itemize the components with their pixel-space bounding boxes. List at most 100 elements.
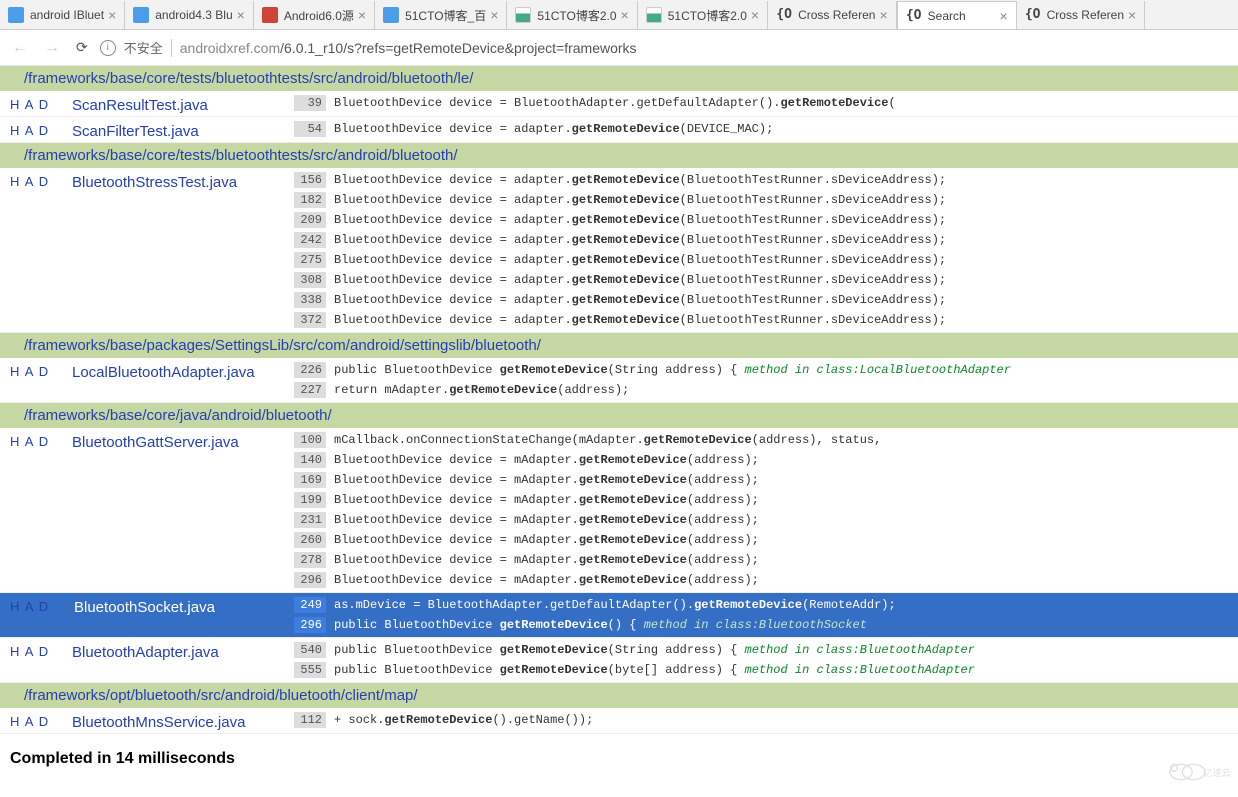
line-number[interactable]: 555 [294, 662, 326, 678]
line-number[interactable]: 156 [294, 172, 326, 188]
code-line[interactable]: 308BluetoothDevice device = adapter.getR… [294, 270, 1238, 290]
file-link[interactable]: ScanResultTest.java [72, 97, 208, 114]
file-link[interactable]: BluetoothGattServer.java [72, 434, 239, 451]
line-number[interactable]: 100 [294, 432, 326, 448]
had-h[interactable]: H [10, 599, 19, 614]
line-number[interactable]: 199 [294, 492, 326, 508]
code-line[interactable]: 249as.mDevice = BluetoothAdapter.getDefa… [294, 595, 1238, 615]
line-number[interactable]: 54 [294, 121, 326, 137]
code-line[interactable]: 156BluetoothDevice device = adapter.getR… [294, 170, 1238, 190]
line-number[interactable]: 182 [294, 192, 326, 208]
tab-3[interactable]: 51CTO博客_百× [375, 1, 507, 29]
code-line[interactable]: 100mCallback.onConnectionStateChange(mAd… [294, 430, 1238, 450]
line-number[interactable]: 338 [294, 292, 326, 308]
had-a[interactable]: A [25, 644, 34, 659]
dir-link[interactable]: /frameworks/base/packages/SettingsLib/sr… [24, 337, 541, 354]
close-icon[interactable]: × [1128, 7, 1136, 23]
tab-6[interactable]: {OCross Referen× [768, 1, 897, 29]
dir-link[interactable]: /frameworks/base/core/tests/bluetoothtes… [24, 147, 458, 164]
close-icon[interactable]: × [751, 7, 759, 23]
code-line[interactable]: 182BluetoothDevice device = adapter.getR… [294, 190, 1238, 210]
line-number[interactable]: 227 [294, 382, 326, 398]
line-number[interactable]: 296 [294, 572, 326, 588]
had-a[interactable]: A [25, 434, 34, 449]
line-number[interactable]: 169 [294, 472, 326, 488]
had-d[interactable]: D [39, 434, 48, 449]
had-h[interactable]: H [10, 123, 19, 138]
had-h[interactable]: H [10, 174, 19, 189]
close-icon[interactable]: × [237, 7, 245, 23]
back-button[interactable]: ← [8, 37, 32, 59]
tab-1[interactable]: android4.3 Blu× [125, 1, 254, 29]
had-a[interactable]: A [25, 364, 34, 379]
code-line[interactable]: 338BluetoothDevice device = adapter.getR… [294, 290, 1238, 310]
tab-4[interactable]: 51CTO博客2.0× [507, 1, 637, 29]
had-h[interactable]: H [10, 714, 19, 729]
code-line[interactable]: 199BluetoothDevice device = mAdapter.get… [294, 490, 1238, 510]
close-icon[interactable]: × [999, 8, 1007, 24]
forward-button[interactable]: → [40, 37, 64, 59]
code-line[interactable]: 296public BluetoothDevice getRemoteDevic… [294, 615, 1238, 635]
had-a[interactable]: A [25, 714, 34, 729]
code-line[interactable]: 275BluetoothDevice device = adapter.getR… [294, 250, 1238, 270]
code-line[interactable]: 227return mAdapter.getRemoteDevice(addre… [294, 380, 1238, 400]
file-link[interactable]: ScanFilterTest.java [72, 123, 199, 140]
had-d[interactable]: D [39, 714, 48, 729]
code-line[interactable]: 112+ sock.getRemoteDevice().getName()); [294, 710, 1238, 730]
had-d[interactable]: D [39, 364, 48, 379]
line-number[interactable]: 231 [294, 512, 326, 528]
had-d[interactable]: D [39, 599, 48, 614]
had-h[interactable]: H [10, 97, 19, 112]
code-line[interactable]: 540public BluetoothDevice getRemoteDevic… [294, 640, 1238, 660]
had-h[interactable]: H [10, 364, 19, 379]
line-number[interactable]: 540 [294, 642, 326, 658]
url-display[interactable]: androidxref.com/6.0.1_r10/s?refs=getRemo… [180, 40, 637, 56]
code-line[interactable]: 54BluetoothDevice device = adapter.getRe… [294, 119, 1238, 139]
code-line[interactable]: 209BluetoothDevice device = adapter.getR… [294, 210, 1238, 230]
code-line[interactable]: 296BluetoothDevice device = mAdapter.get… [294, 570, 1238, 590]
info-icon[interactable]: i [100, 40, 116, 56]
line-number[interactable]: 275 [294, 252, 326, 268]
line-number[interactable]: 112 [294, 712, 326, 728]
had-d[interactable]: D [39, 174, 48, 189]
code-line[interactable]: 372BluetoothDevice device = adapter.getR… [294, 310, 1238, 330]
code-line[interactable]: 140BluetoothDevice device = mAdapter.get… [294, 450, 1238, 470]
had-a[interactable]: A [25, 123, 34, 138]
close-icon[interactable]: × [358, 7, 366, 23]
tab-5[interactable]: 51CTO博客2.0× [638, 1, 768, 29]
code-line[interactable]: 169BluetoothDevice device = mAdapter.get… [294, 470, 1238, 490]
line-number[interactable]: 278 [294, 552, 326, 568]
had-a[interactable]: A [25, 97, 34, 112]
code-line[interactable]: 231BluetoothDevice device = mAdapter.get… [294, 510, 1238, 530]
had-d[interactable]: D [39, 97, 48, 112]
had-h[interactable]: H [10, 644, 19, 659]
code-line[interactable]: 226public BluetoothDevice getRemoteDevic… [294, 360, 1238, 380]
file-link[interactable]: BluetoothStressTest.java [72, 174, 237, 191]
tab-0[interactable]: android IBluet× [0, 1, 125, 29]
dir-link[interactable]: /frameworks/base/core/java/android/bluet… [24, 407, 332, 424]
reload-button[interactable]: ⟳ [72, 37, 92, 58]
had-d[interactable]: D [39, 123, 48, 138]
tab-7[interactable]: {OSearch× [897, 1, 1017, 29]
code-line[interactable]: 555public BluetoothDevice getRemoteDevic… [294, 660, 1238, 680]
dir-link[interactable]: /frameworks/opt/bluetooth/src/android/bl… [24, 687, 418, 704]
had-h[interactable]: H [10, 434, 19, 449]
close-icon[interactable]: × [621, 7, 629, 23]
close-icon[interactable]: × [490, 7, 498, 23]
line-number[interactable]: 260 [294, 532, 326, 548]
close-icon[interactable]: × [879, 7, 887, 23]
dir-link[interactable]: /frameworks/base/core/tests/bluetoothtes… [24, 70, 473, 87]
had-a[interactable]: A [25, 599, 34, 614]
code-line[interactable]: 260BluetoothDevice device = mAdapter.get… [294, 530, 1238, 550]
file-link[interactable]: BluetoothMnsService.java [72, 714, 245, 731]
line-number[interactable]: 296 [294, 617, 326, 633]
had-d[interactable]: D [39, 644, 48, 659]
file-link[interactable]: BluetoothSocket.java [72, 599, 217, 616]
code-line[interactable]: 242BluetoothDevice device = adapter.getR… [294, 230, 1238, 250]
line-number[interactable]: 308 [294, 272, 326, 288]
code-line[interactable]: 39BluetoothDevice device = BluetoothAdap… [294, 93, 1238, 113]
had-a[interactable]: A [25, 174, 34, 189]
line-number[interactable]: 242 [294, 232, 326, 248]
tab-2[interactable]: Android6.0源× [254, 1, 375, 29]
line-number[interactable]: 39 [294, 95, 326, 111]
